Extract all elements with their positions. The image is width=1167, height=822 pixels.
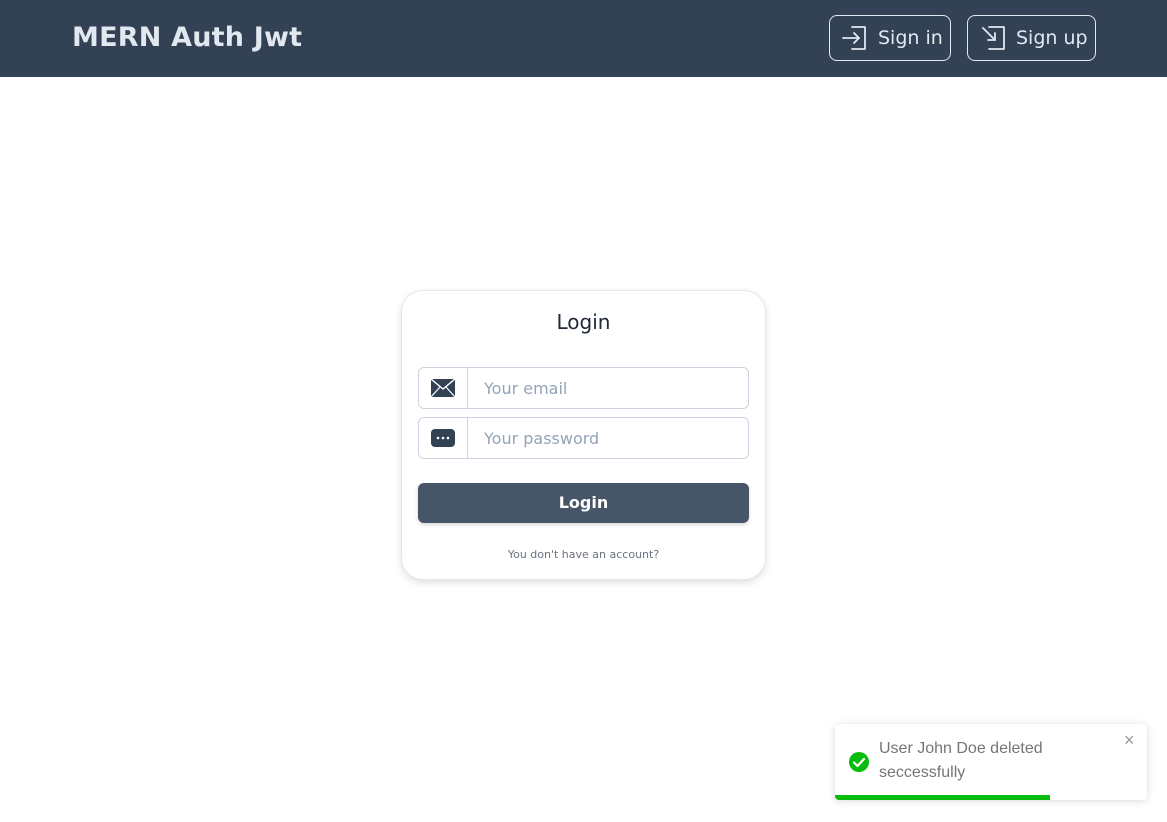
sign-up-icon — [980, 25, 1006, 51]
email-field[interactable] — [468, 368, 748, 408]
sign-up-button[interactable]: Sign up — [967, 15, 1096, 61]
login-title: Login — [556, 310, 611, 334]
check-circle-icon — [848, 751, 870, 773]
toast-progress-bar — [835, 795, 1051, 800]
email-input-group — [418, 367, 749, 409]
sign-in-icon — [842, 25, 868, 51]
brand-title[interactable]: MERN Auth Jwt — [72, 20, 302, 56]
login-card: Login Login You don't have an account? — [401, 290, 766, 580]
success-toast[interactable]: User John Doe deleted seccessfully × — [835, 724, 1147, 800]
password-field[interactable] — [468, 418, 748, 458]
navbar: MERN Auth Jwt Sign in Sign up — [0, 0, 1167, 77]
sign-up-label: Sign up — [1016, 27, 1088, 49]
sign-in-label: Sign in — [878, 27, 943, 49]
close-icon[interactable]: × — [1124, 731, 1135, 749]
toast-message: User John Doe deleted seccessfully — [879, 740, 1043, 781]
no-account-link[interactable]: You don't have an account? — [402, 548, 765, 561]
login-button[interactable]: Login — [418, 483, 749, 523]
password-input-group — [418, 417, 749, 459]
password-dots-icon — [419, 418, 468, 458]
sign-in-button[interactable]: Sign in — [829, 15, 951, 61]
envelope-icon — [419, 368, 468, 408]
